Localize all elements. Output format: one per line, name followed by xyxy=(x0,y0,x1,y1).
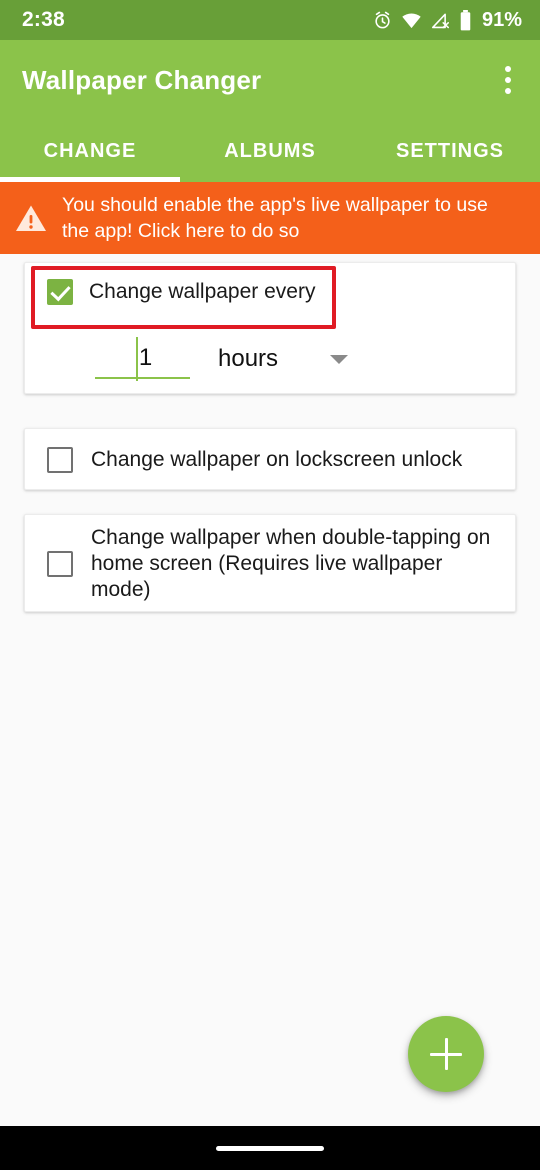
interval-unit-dropdown[interactable]: hours xyxy=(218,339,349,379)
interval-input-row: 1 hours xyxy=(95,337,349,381)
interval-checkbox-label: Change wallpaper every xyxy=(89,280,316,303)
tab-change[interactable]: CHANGE xyxy=(0,120,180,182)
dot xyxy=(505,66,511,72)
system-navigation-bar xyxy=(0,1126,540,1170)
lockscreen-checkbox[interactable] xyxy=(47,447,73,473)
dot xyxy=(505,88,511,94)
status-clock: 2:38 xyxy=(22,8,65,31)
app-bar: Wallpaper Changer xyxy=(0,40,540,120)
status-bar: 2:38 91% xyxy=(0,0,540,40)
no-signal-icon xyxy=(431,12,450,29)
interval-checkbox-row[interactable]: Change wallpaper every xyxy=(47,279,315,305)
card-change-interval: Change wallpaper every 1 hours xyxy=(24,262,516,394)
wifi-icon xyxy=(401,12,422,29)
lockscreen-checkbox-row[interactable]: Change wallpaper on lockscreen unlock xyxy=(47,429,462,491)
tab-settings-label: SETTINGS xyxy=(395,139,504,162)
text-caret xyxy=(136,337,138,381)
doubletap-checkbox[interactable] xyxy=(47,551,73,577)
warning-triangle-icon xyxy=(0,204,62,233)
battery-icon xyxy=(459,9,472,31)
page-title: Wallpaper Changer xyxy=(22,64,262,95)
battery-percent: 91% xyxy=(481,8,522,31)
dot xyxy=(505,77,511,83)
doubletap-checkbox-row[interactable]: Change wallpaper when double-tapping on … xyxy=(47,515,497,613)
card-lockscreen-unlock[interactable]: Change wallpaper on lockscreen unlock xyxy=(24,428,516,490)
interval-checkbox[interactable] xyxy=(47,279,73,305)
tab-albums-label: ALBUMS xyxy=(224,139,316,162)
app-screen: 2:38 91% Wallpaper Changer CHANGE ALBUMS… xyxy=(0,0,540,1170)
content-area: Change wallpaper every 1 hours Change wa… xyxy=(0,254,540,1130)
alarm-icon xyxy=(373,11,392,30)
doubletap-checkbox-label: Change wallpaper when double-tapping on … xyxy=(91,526,491,601)
tab-albums[interactable]: ALBUMS xyxy=(180,120,360,182)
interval-unit-label: hours xyxy=(218,345,279,372)
lockscreen-checkbox-label: Change wallpaper on lockscreen unlock xyxy=(91,448,463,471)
warning-banner-text: You should enable the app's live wallpap… xyxy=(62,194,488,242)
chevron-down-icon xyxy=(330,354,349,364)
interval-value-input[interactable]: 1 xyxy=(95,337,190,381)
tab-settings[interactable]: SETTINGS xyxy=(360,120,540,182)
card-double-tap[interactable]: Change wallpaper when double-tapping on … xyxy=(24,514,516,612)
live-wallpaper-warning-banner[interactable]: You should enable the app's live wallpap… xyxy=(0,182,540,254)
status-icons: 91% xyxy=(373,9,522,32)
tab-bar: CHANGE ALBUMS SETTINGS xyxy=(0,120,540,182)
tab-change-label: CHANGE xyxy=(43,139,137,162)
overflow-menu-icon[interactable] xyxy=(486,58,530,102)
interval-value: 1 xyxy=(138,344,153,371)
home-gesture-pill[interactable] xyxy=(216,1145,324,1151)
add-album-fab[interactable] xyxy=(408,1016,484,1092)
